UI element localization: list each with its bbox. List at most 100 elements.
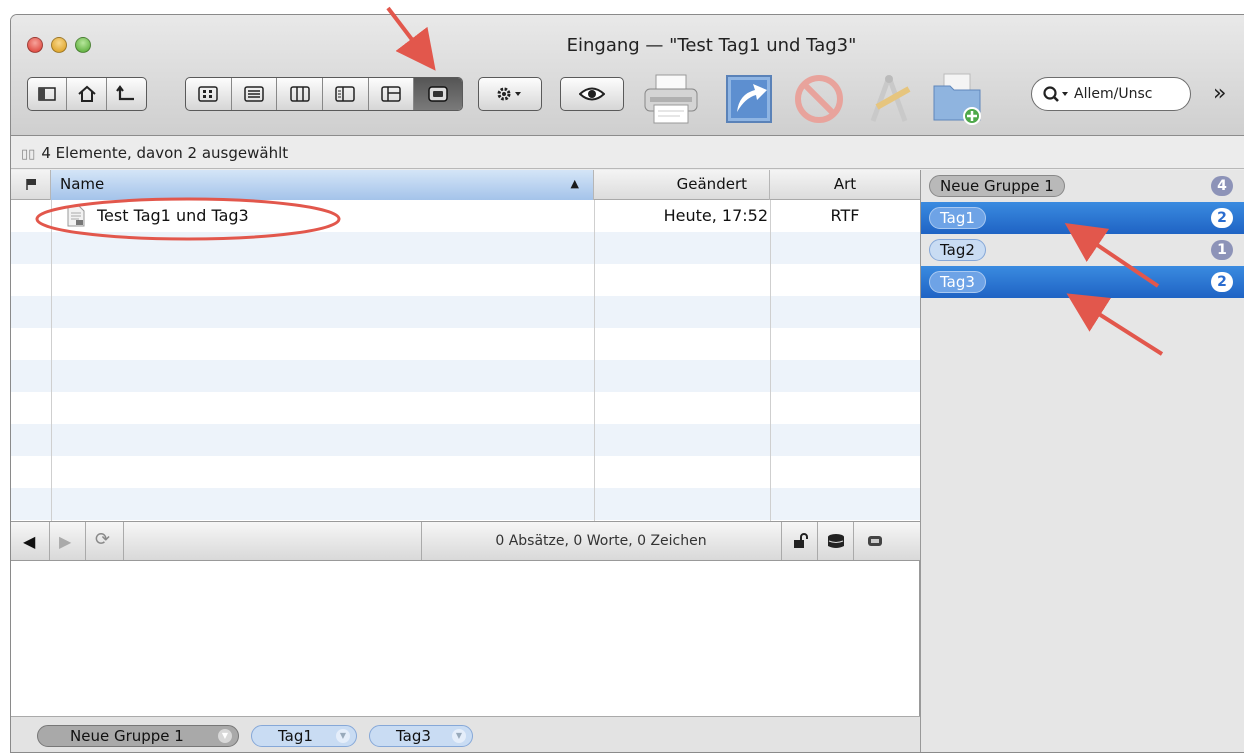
sidebar-item-tag1[interactable]: Tag1 2 (921, 202, 1244, 234)
document-changed: Heute, 17:52 (663, 206, 768, 225)
view-columns-button[interactable] (277, 78, 324, 110)
new-folder-icon (933, 73, 981, 125)
database-icon[interactable] (827, 533, 845, 549)
home-button[interactable] (67, 78, 107, 110)
sidebar-item-tag2[interactable]: Tag2 1 (921, 234, 1244, 266)
table-row[interactable]: Test Tag1 und Tag3 Heute, 17:52 RTF (11, 200, 920, 232)
tag-pill: Tag1 (929, 207, 986, 229)
list-row-stripe (11, 360, 920, 392)
editor-status-bar: ◀ ▶ ⟳ 0 Absätze, 0 Worte, 0 Zeichen (11, 521, 920, 561)
share-icon (726, 75, 772, 123)
icon-view-icon (198, 86, 219, 102)
reload-button[interactable]: ⟳ (95, 529, 110, 550)
view-three-pane-button[interactable] (369, 78, 415, 110)
column-view-icon (289, 86, 310, 102)
chevron-down-icon[interactable]: ▼ (452, 729, 466, 743)
compass-ruler-icon (870, 75, 911, 122)
list-row-stripe (11, 424, 920, 456)
info-bar: ▯▯ 4 Elemente, davon 2 ausgewählt (11, 137, 1244, 169)
sidebar-item-tag3[interactable]: Tag3 2 (921, 266, 1244, 298)
sidebar-item-neue-gruppe-1[interactable]: Neue Gruppe 1 4 (921, 170, 1244, 202)
app-window: Eingang — "Test Tag1 und Tag3" Allem/Uns… (10, 14, 1244, 753)
flag-icon (25, 179, 36, 190)
document-name: Test Tag1 und Tag3 (97, 206, 249, 225)
action-menu-segment (478, 77, 542, 111)
list-row-stripe (11, 296, 920, 328)
tag-token[interactable]: Tag1 ▼ (251, 725, 357, 747)
sort-ascending-icon: ▲ (570, 177, 579, 190)
tag-token-label: Neue Gruppe 1 (70, 727, 184, 745)
new-group-button[interactable] (927, 71, 989, 127)
parent-folder-button[interactable] (107, 78, 146, 110)
document-kind: RTF (830, 206, 860, 225)
up-arrow-icon (116, 85, 135, 101)
gear-icon (497, 87, 521, 101)
document-list: Name ▲ Geändert Art Test Tag1 und Tag3 H… (11, 170, 920, 521)
group-pill: Neue Gruppe 1 (929, 175, 1065, 197)
list-row-stripe (11, 328, 920, 360)
document-view-small-icon[interactable] (867, 535, 883, 549)
tag-pill: Tag2 (929, 239, 986, 261)
eye-icon (579, 87, 605, 101)
list-view-icon (244, 86, 264, 102)
forward-button[interactable]: ▶ (59, 532, 71, 551)
prohibited-icon (795, 75, 843, 123)
changed-column-header[interactable]: Geändert (594, 170, 770, 200)
tag-token-label: Tag3 (396, 727, 431, 745)
quick-look-button[interactable] (561, 78, 623, 110)
title-bar: Eingang — "Test Tag1 und Tag3" Allem/Uns… (11, 15, 1244, 136)
view-split-button[interactable] (323, 78, 369, 110)
three-pane-view-icon (381, 86, 401, 102)
print-button[interactable] (639, 71, 703, 127)
printer-icon (644, 74, 698, 124)
quick-look-segment (560, 77, 624, 111)
item-count-text: 4 Elemente, davon 2 ausgewählt (41, 144, 289, 162)
name-column-header[interactable]: Name ▲ (51, 170, 594, 200)
sidebar-icon (38, 87, 56, 101)
rtf-document-icon (67, 205, 85, 227)
view-icons-button[interactable] (186, 78, 232, 110)
tag-token-label: Tag1 (278, 727, 313, 745)
navigation-segment (27, 77, 147, 111)
list-row-stripe (11, 488, 920, 520)
count-badge: 4 (1211, 176, 1233, 196)
word-count-text: 0 Absätze, 0 Worte, 0 Zeichen (495, 533, 707, 549)
sidebar-toggle-button[interactable] (28, 78, 68, 110)
document-view-icon (428, 86, 448, 102)
name-column-label: Name (60, 175, 105, 193)
flag-column-header[interactable] (11, 170, 51, 200)
list-row-stripe (11, 456, 920, 488)
tag-token[interactable]: Tag3 ▼ (369, 725, 473, 747)
chevron-down-icon[interactable]: ▼ (336, 729, 350, 743)
list-row-stripe (11, 264, 920, 296)
toolbar-overflow-button[interactable]: » (1213, 81, 1226, 106)
search-field[interactable]: Allem/Unsc (1031, 77, 1191, 111)
view-list-button[interactable] (232, 78, 278, 110)
tag-token[interactable]: Neue Gruppe 1 ▼ (37, 725, 239, 747)
count-badge: 2 (1211, 272, 1233, 292)
kind-column-header[interactable]: Art (770, 170, 920, 200)
columns-icon: ▯▯ (21, 147, 36, 162)
edit-button[interactable] (859, 71, 919, 127)
unlock-icon[interactable] (793, 533, 809, 549)
count-badge: 1 (1211, 240, 1233, 260)
view-document-button[interactable] (414, 78, 462, 110)
back-button[interactable]: ◀ (23, 532, 35, 551)
count-badge: 2 (1211, 208, 1233, 228)
split-view-icon (335, 86, 356, 102)
home-icon (77, 85, 96, 102)
tag-bar: Neue Gruppe 1 ▼ Tag1 ▼ Tag3 ▼ (11, 716, 920, 752)
row-stripes (11, 200, 920, 521)
tag-sidebar: Neue Gruppe 1 4 Tag1 2 Tag2 1 Tag3 2 (920, 170, 1244, 752)
table-header: Name ▲ Geändert Art (11, 170, 920, 200)
chevron-down-icon[interactable]: ▼ (218, 729, 232, 743)
window-title: Eingang — "Test Tag1 und Tag3" (566, 35, 857, 56)
text-editor[interactable] (11, 561, 920, 716)
share-button[interactable] (719, 71, 779, 127)
view-mode-segment (185, 77, 463, 111)
tag-pill: Tag3 (929, 271, 986, 293)
action-menu-button[interactable] (479, 78, 541, 110)
delete-button[interactable] (789, 71, 849, 127)
search-icon (1043, 86, 1068, 102)
search-placeholder: Allem/Unsc (1074, 86, 1153, 102)
